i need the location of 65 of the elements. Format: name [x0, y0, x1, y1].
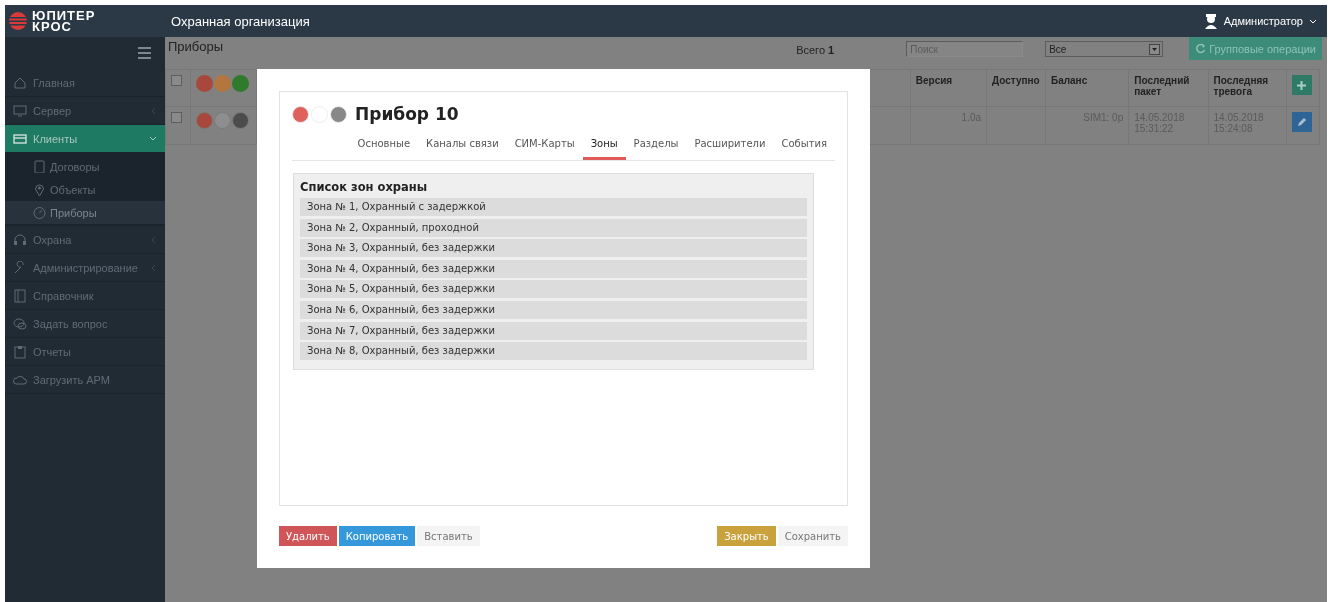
total-count: Всего 1 — [796, 43, 835, 56]
action-button[interactable]: Копировать — [338, 526, 416, 546]
sidebar-item[interactable]: Справочник — [5, 282, 165, 310]
tab[interactable]: Разделы — [625, 131, 687, 160]
zone-list-title: Список зон охраны — [300, 180, 429, 194]
clipboard-icon — [13, 344, 27, 359]
tab[interactable]: Каналы связи — [418, 131, 507, 160]
menu-icon[interactable] — [138, 47, 151, 59]
pin-icon — [33, 183, 46, 196]
zone-list-item[interactable]: Зона № 5, Охранный, без задержки — [300, 280, 807, 299]
zone-list-item[interactable]: Зона № 1, Охранный с задержкой — [300, 198, 807, 216]
user-menu[interactable]: Администратор — [1203, 13, 1317, 29]
chevron-down-icon — [149, 135, 157, 142]
sidebar-subitem[interactable]: Договоры — [5, 155, 165, 178]
checkbox[interactable] — [171, 75, 182, 86]
zone-list-item[interactable]: Зона № 2, Охранный, проходной — [300, 218, 807, 237]
column-header: Версия — [910, 69, 987, 107]
logo-icon — [9, 12, 27, 30]
zone-list-item[interactable]: Зона № 6, Охранный, без задержки — [300, 300, 807, 319]
sidebar-item[interactable]: Главная — [5, 69, 165, 97]
tab[interactable]: Расширители — [686, 131, 774, 160]
action-button[interactable]: Удалить — [279, 526, 337, 546]
pencil-icon — [1296, 117, 1307, 127]
document-icon — [33, 160, 46, 173]
zone-list-item[interactable]: Зона № 4, Охранный, без задержки — [300, 259, 807, 278]
card-icon — [13, 131, 27, 146]
chevron-left-icon — [150, 263, 157, 272]
chevron-left-icon — [150, 106, 157, 115]
organization-title: Охранная организация — [170, 13, 311, 29]
logo-text: ЮПИТЕР КРОС — [32, 10, 96, 32]
action-button[interactable]: Вставить — [417, 526, 480, 546]
page-title: Приборы — [168, 38, 225, 54]
tab[interactable]: События — [773, 131, 835, 160]
wrench-icon — [13, 260, 27, 275]
sidebar-item[interactable]: Клиенты — [5, 125, 165, 153]
column-header: Баланс — [1045, 69, 1129, 107]
headset-icon — [13, 232, 27, 247]
sidebar-subitem[interactable]: Приборы — [5, 201, 165, 224]
sidebar-subitem[interactable]: Объекты — [5, 178, 165, 201]
edit-button[interactable] — [1291, 112, 1312, 132]
chevron-left-icon — [150, 235, 157, 244]
chat-icon — [13, 316, 27, 331]
caret-down-icon — [1309, 17, 1317, 25]
column-header: Последний пакет — [1128, 69, 1209, 107]
action-button[interactable]: Закрыть — [717, 526, 776, 546]
refresh-icon — [1195, 43, 1207, 54]
device-title: Прибор 10 — [355, 104, 459, 124]
book-icon — [13, 288, 27, 303]
plus-icon — [1297, 80, 1307, 90]
column-header: Последняя тревога — [1208, 69, 1287, 107]
checkbox[interactable] — [171, 112, 182, 123]
gauge-icon — [33, 206, 46, 219]
tab[interactable]: Основные — [349, 131, 419, 160]
zone-list-item[interactable]: Зона № 3, Охранный, без задержки — [300, 239, 807, 258]
home-icon — [13, 75, 27, 90]
user-icon — [1203, 13, 1218, 29]
tab[interactable]: СИМ-Карты — [506, 131, 583, 160]
tab[interactable]: Зоны — [582, 131, 626, 160]
add-button[interactable] — [1291, 75, 1312, 95]
action-button[interactable]: Сохранить — [777, 526, 848, 546]
zone-list-item[interactable]: Зона № 7, Охранный, без задержки — [300, 321, 807, 340]
monitor-icon — [13, 103, 27, 118]
column-header: Доступно — [986, 69, 1046, 107]
zone-list-item[interactable]: Зона № 8, Охранный, без задержки — [300, 342, 807, 361]
filter-select[interactable]: Все — [1045, 41, 1164, 57]
